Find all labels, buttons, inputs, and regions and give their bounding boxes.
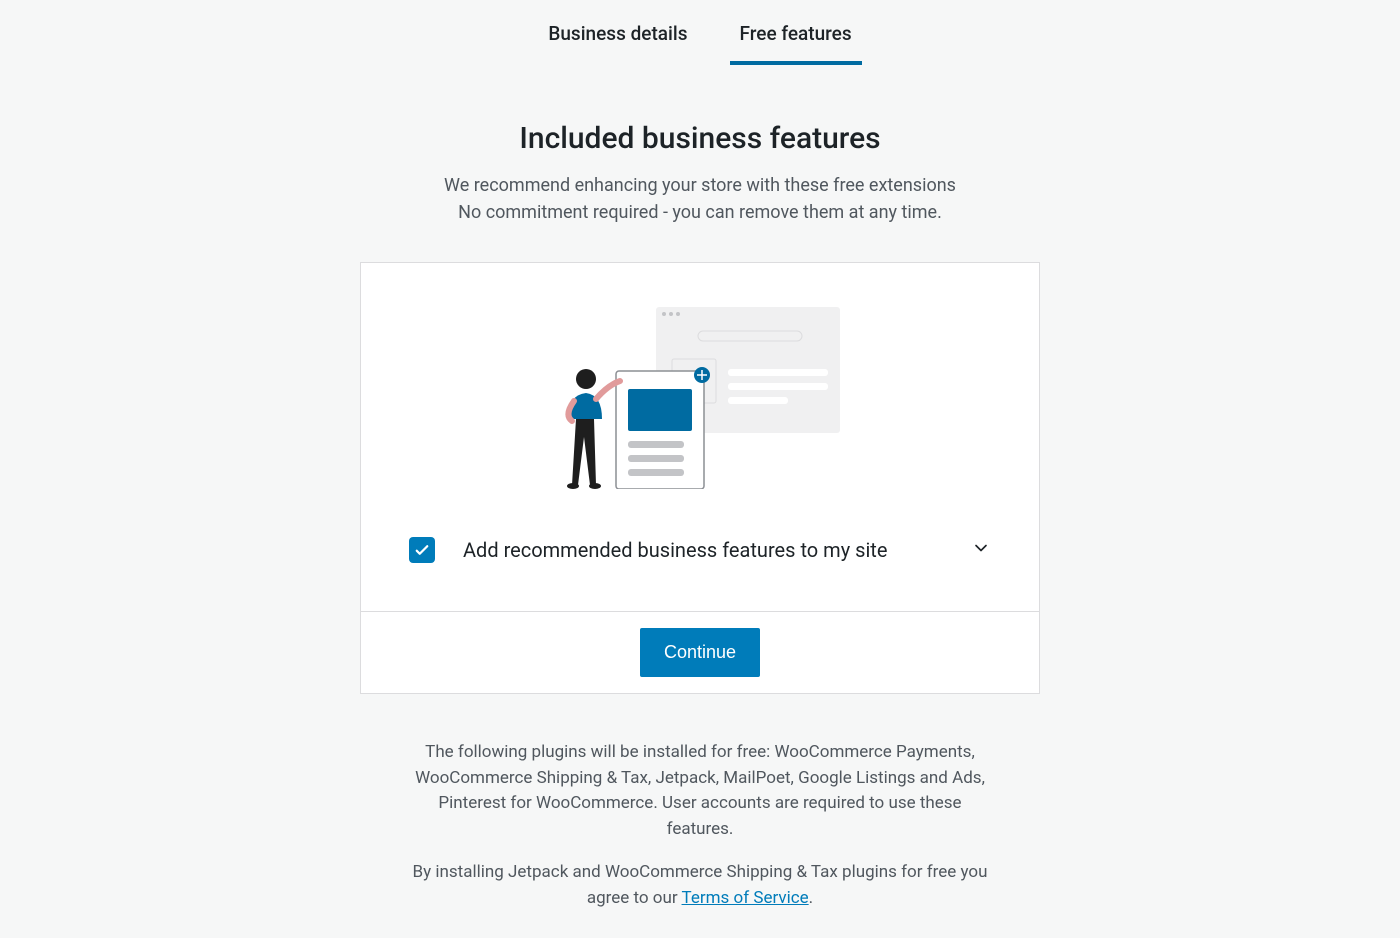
illustration-building-site	[560, 307, 840, 489]
expand-toggle[interactable]	[971, 538, 991, 562]
terms-of-service-link[interactable]: Terms of Service	[682, 888, 809, 908]
checkbox-row: Add recommended business features to my …	[409, 537, 991, 563]
footer-text: The following plugins will be installed …	[360, 740, 1040, 911]
page-subtitle: We recommend enhancing your store with t…	[0, 172, 1400, 226]
tab-free-features[interactable]: Free features	[730, 10, 862, 65]
page-heading: Included business features We recommend …	[0, 121, 1400, 226]
tos-notice: By installing Jetpack and WooCommerce Sh…	[408, 860, 992, 911]
chevron-down-icon	[971, 538, 991, 558]
tabs: Business details Free features	[0, 10, 1400, 65]
add-features-checkbox[interactable]	[409, 537, 435, 563]
continue-button[interactable]: Continue	[640, 628, 760, 677]
card-footer: Continue	[361, 611, 1039, 693]
card-body: Add recommended business features to my …	[361, 263, 1039, 611]
tab-business-details[interactable]: Business details	[538, 10, 697, 65]
checkbox-label: Add recommended business features to my …	[463, 538, 943, 562]
plugins-notice: The following plugins will be installed …	[408, 740, 992, 842]
features-card: Add recommended business features to my …	[360, 262, 1040, 694]
check-icon	[413, 541, 431, 559]
page-title: Included business features	[0, 121, 1400, 156]
